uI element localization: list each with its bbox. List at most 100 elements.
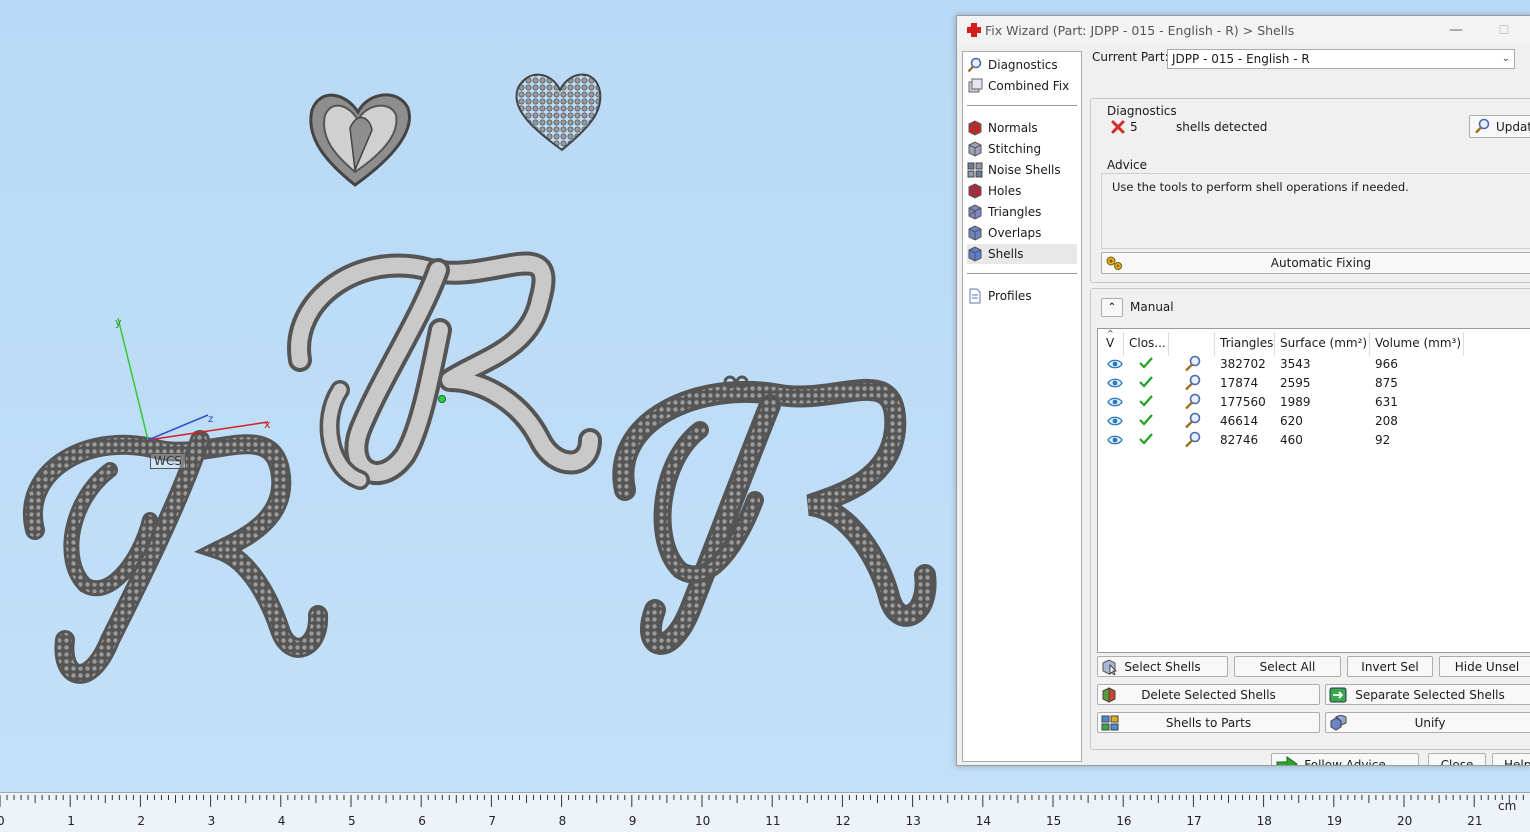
diagnostics-count: 5 [1130, 120, 1138, 134]
cell-surface: 2595 [1280, 376, 1311, 390]
follow-advice-button[interactable]: Follow Advice [1271, 753, 1419, 765]
axis-x-label: x [264, 418, 271, 431]
nav-label: Profiles [988, 289, 1032, 303]
nav-label: Normals [988, 121, 1038, 135]
eye-icon[interactable] [1107, 358, 1123, 370]
magnifier-icon [967, 57, 982, 73]
error-x-icon [1111, 120, 1125, 134]
letter-r-beaded-right [612, 375, 937, 655]
document-icon [969, 288, 981, 304]
hide-unsel-label: Hide Unsel [1454, 659, 1520, 674]
update-button[interactable]: Update [1469, 115, 1530, 138]
zoom-to-shell-icon[interactable] [1183, 355, 1201, 372]
col-header-triangles[interactable]: Triangles [1220, 336, 1273, 350]
col-header-closed[interactable]: Clos... [1129, 336, 1166, 350]
separate-selected-shells-button[interactable]: Separate Selected Shells [1325, 684, 1530, 705]
ruler-unit: cm [1498, 799, 1517, 813]
delete-selected-shells-button[interactable]: Delete Selected Shells [1097, 684, 1320, 705]
column-divider [1123, 332, 1124, 356]
nav-triangles[interactable]: Triangles [967, 202, 1077, 222]
shells-to-parts-button[interactable]: Shells to Parts [1097, 712, 1320, 733]
unify-label: Unify [1414, 715, 1446, 730]
col-header-surface[interactable]: Surface (mm²) [1280, 336, 1367, 350]
diagnostics-title: Diagnostics [1107, 104, 1177, 118]
unify-button[interactable]: Unify [1325, 712, 1530, 733]
check-icon [1139, 433, 1153, 445]
select-shells-button[interactable]: Select Shells [1097, 656, 1228, 677]
nav-shells[interactable]: Shells [967, 244, 1077, 264]
nav-holes[interactable]: Holes [967, 181, 1077, 201]
separate-shells-icon [1329, 687, 1347, 703]
ruler-tick-label: 16 [1116, 814, 1132, 828]
close-button[interactable]: Close [1428, 753, 1486, 765]
eye-icon[interactable] [1107, 415, 1123, 427]
title-bar[interactable]: Fix Wizard (Part: JDPP - 015 - English -… [957, 16, 1530, 46]
cell-surface: 620 [1280, 414, 1303, 428]
current-part-label: Current Part: [1092, 50, 1169, 64]
maximize-button[interactable]: ☐ [1489, 19, 1519, 41]
nav-normals[interactable]: Normals [967, 118, 1077, 138]
hide-unsel-button[interactable]: Hide Unsel [1439, 656, 1530, 677]
cell-triangles: 177560 [1220, 395, 1266, 409]
cell-surface: 1989 [1280, 395, 1311, 409]
zoom-to-shell-icon[interactable] [1183, 393, 1201, 410]
cell-triangles: 382702 [1220, 357, 1266, 371]
ruler-tick-label: 19 [1326, 814, 1343, 828]
eye-icon[interactable] [1107, 396, 1123, 408]
nav-profiles[interactable]: Profiles [967, 286, 1077, 306]
table-row[interactable]: 82746 460 92 [1098, 431, 1530, 450]
nav-overlaps[interactable]: Overlaps [967, 223, 1077, 243]
table-row[interactable]: 382702 3543 966 [1098, 355, 1530, 374]
invert-sel-button[interactable]: Invert Sel [1347, 656, 1433, 677]
select-all-label: Select All [1259, 659, 1316, 674]
nav-stitching[interactable]: Stitching [967, 139, 1077, 159]
automatic-fixing-button[interactable]: Automatic Fixing [1101, 252, 1530, 274]
diagnostics-text: shells detected [1176, 120, 1268, 134]
nav-noise-shells[interactable]: Noise Shells [967, 160, 1077, 180]
ruler-tick-label: 7 [488, 814, 497, 828]
select-all-button[interactable]: Select All [1234, 656, 1341, 677]
nav-separator [967, 273, 1077, 274]
update-label: Update [1496, 119, 1530, 134]
current-part-select[interactable]: JDPP - 015 - English - R ⌄ [1167, 49, 1515, 69]
help-button[interactable]: Help [1492, 753, 1530, 765]
column-divider [1463, 332, 1464, 356]
cell-volume: 631 [1375, 395, 1398, 409]
cell-volume: 208 [1375, 414, 1398, 428]
cell-volume: 966 [1375, 357, 1398, 371]
manual-label: Manual [1130, 300, 1174, 314]
zoom-to-shell-icon[interactable] [1183, 374, 1201, 391]
chevron-down-icon: ⌄ [1501, 53, 1510, 64]
fix-wizard-dialog[interactable]: Fix Wizard (Part: JDPP - 015 - English -… [956, 15, 1530, 766]
ruler-tick-label: 8 [558, 814, 567, 828]
ruler-tick-label: 3 [207, 814, 216, 828]
table-row[interactable]: 46614 620 208 [1098, 412, 1530, 431]
ruler-tick-label: 13 [905, 814, 921, 828]
table-row[interactable]: 17874 2595 875 [1098, 374, 1530, 393]
wcs-axes: y x z [115, 316, 271, 441]
nav-diagnostics[interactable]: Diagnostics [967, 55, 1077, 75]
nav-combined-fix[interactable]: Combined Fix [967, 76, 1077, 96]
diagnostics-group: Diagnostics 5 shells detected Update Adv… [1090, 98, 1530, 283]
ruler-tick-label: 4 [277, 814, 286, 828]
letter-r-beaded-left [23, 430, 329, 684]
collapse-manual-button[interactable]: ⌃ [1101, 298, 1123, 317]
zoom-to-shell-icon[interactable] [1183, 431, 1201, 448]
nav-label: Noise Shells [988, 163, 1061, 177]
minimize-button[interactable]: — [1441, 19, 1471, 41]
eye-icon[interactable] [1107, 377, 1123, 389]
chevron-up-icon: ⌃ [1107, 302, 1117, 313]
nav-separator [967, 105, 1077, 106]
table-row[interactable]: 177560 1989 631 [1098, 393, 1530, 412]
check-icon [1139, 357, 1153, 369]
shells-table[interactable]: V ^ Clos... Triangles Surface (mm²) Volu… [1097, 328, 1530, 653]
column-divider [1274, 332, 1275, 356]
col-header-volume[interactable]: Volume (mm³) [1375, 336, 1461, 350]
col-header-visible[interactable]: V [1106, 336, 1114, 350]
cell-volume: 875 [1375, 376, 1398, 390]
eye-icon[interactable] [1107, 434, 1123, 446]
separate-selected-label: Separate Selected Shells [1355, 687, 1505, 702]
ruler-tick-label: 20 [1397, 814, 1413, 828]
column-divider [1369, 332, 1370, 356]
zoom-to-shell-icon[interactable] [1183, 412, 1201, 429]
